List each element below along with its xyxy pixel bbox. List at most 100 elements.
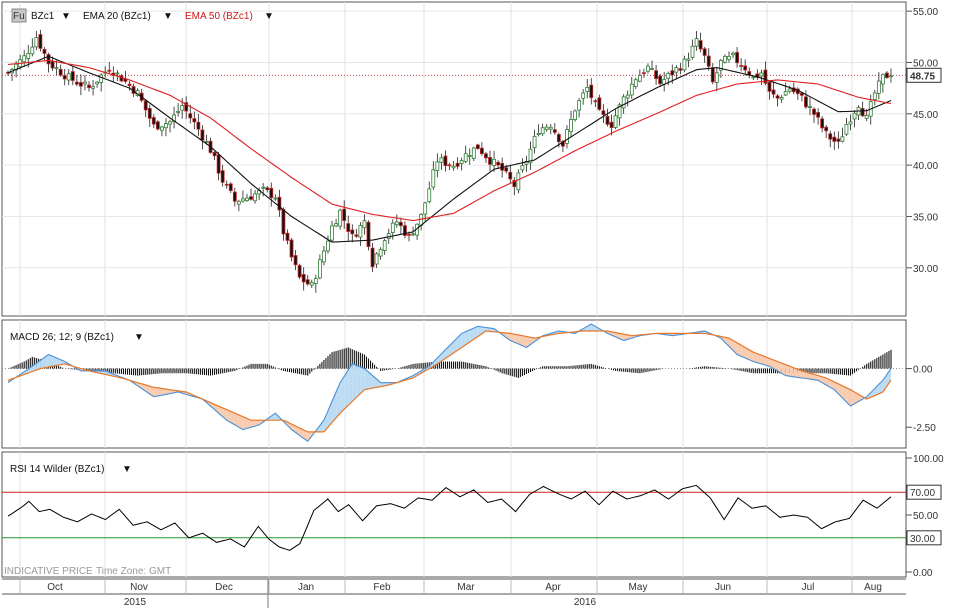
candle-body: [625, 94, 630, 99]
candle-body: [334, 223, 338, 227]
candle-body: [459, 160, 464, 164]
rsi-panel[interactable]: [1, 451, 907, 578]
candle-body: [496, 161, 501, 166]
candle-body: [220, 170, 225, 183]
month-label: Jan: [298, 582, 314, 593]
candle-body: [471, 147, 476, 159]
candle-body: [852, 112, 857, 120]
candle-body: [70, 71, 75, 81]
symbol-dropdown-icon[interactable]: ▼: [61, 11, 71, 22]
rsi-tick-label: 0.00: [913, 568, 933, 579]
rsi-tick-label: 50.00: [913, 511, 938, 522]
candle-body: [232, 191, 237, 202]
candle-body: [423, 202, 428, 215]
candle-body: [350, 229, 355, 235]
candle-body: [285, 232, 290, 241]
candle-body: [317, 259, 322, 279]
candle-body: [180, 105, 185, 111]
price-tick-label: 30.00: [913, 264, 938, 275]
candle-body: [488, 157, 492, 165]
candle-body: [658, 75, 663, 85]
candle-body: [435, 161, 440, 171]
rsi-dropdown-icon[interactable]: ▼: [122, 464, 132, 475]
macd-label[interactable]: MACD 26; 12; 9 (BZc1): [10, 332, 114, 343]
candle-body: [342, 208, 347, 221]
candle-body: [723, 55, 727, 63]
candle-body: [492, 158, 496, 166]
candle-body: [605, 115, 610, 125]
candle-body: [91, 86, 95, 89]
candle-body: [735, 52, 739, 64]
candle-body: [621, 96, 626, 109]
candle-body: [836, 138, 841, 142]
month-label: Dec: [215, 582, 233, 593]
candle-body: [633, 79, 638, 87]
candle-body: [249, 196, 253, 200]
candle-body: [593, 100, 598, 103]
candle-body: [540, 127, 545, 135]
rsi-tick-label: 100.00: [913, 454, 944, 465]
candle-body: [87, 84, 91, 89]
month-label: Oct: [47, 582, 63, 593]
candle-body: [710, 67, 715, 83]
candle-body: [804, 96, 808, 108]
candle-body: [374, 253, 379, 265]
ema50-dropdown-icon[interactable]: ▼: [264, 11, 274, 22]
candle-body: [297, 265, 302, 278]
price-panel[interactable]: [1, 1, 907, 317]
candle-body: [455, 162, 460, 167]
month-label: Apr: [545, 582, 561, 593]
candle-body: [727, 55, 731, 60]
candle-body: [38, 34, 43, 49]
candle-body: [261, 186, 266, 189]
candle-body: [702, 48, 707, 56]
ema20-label[interactable]: EMA 20 (BZc1): [83, 11, 151, 22]
candle-body: [480, 147, 484, 155]
candle-body: [532, 135, 537, 149]
candle-body: [678, 68, 683, 71]
candle-body: [686, 58, 691, 61]
candle-body: [690, 45, 695, 58]
candle-body: [520, 165, 525, 171]
candle-body: [50, 61, 55, 69]
ema20-dropdown-icon[interactable]: ▼: [163, 11, 173, 22]
candle-body: [642, 72, 646, 75]
candle-body: [431, 169, 436, 188]
candle-body: [151, 117, 156, 125]
price-tick-label: 45.00: [913, 110, 938, 121]
month-label: Aug: [864, 582, 882, 593]
month-label: Jun: [715, 582, 731, 593]
rsi-label[interactable]: RSI 14 Wilder (BZc1): [10, 464, 104, 475]
candle-body: [601, 110, 606, 115]
candle-body: [714, 72, 719, 83]
candle-body: [309, 282, 314, 286]
candle-body: [338, 209, 343, 227]
candle-body: [516, 172, 521, 191]
candle-body: [330, 225, 334, 241]
candle-body: [204, 141, 209, 143]
candle-body: [864, 114, 869, 119]
candle-body: [42, 49, 47, 54]
candle-body: [305, 279, 310, 285]
candle-body: [241, 198, 245, 202]
candle-body: [467, 155, 472, 158]
macd-dropdown-icon[interactable]: ▼: [134, 332, 144, 343]
candle-body: [245, 197, 249, 202]
candle-body: [224, 183, 229, 186]
candle-body: [731, 52, 735, 56]
symbol-label[interactable]: BZc1: [31, 11, 55, 22]
month-label: Mar: [457, 582, 475, 593]
ema50-label[interactable]: EMA 50 (BZc1): [185, 11, 253, 22]
month-label: Nov: [130, 582, 148, 593]
candle-body: [22, 55, 27, 63]
candle-body: [820, 118, 825, 129]
candle-body: [127, 83, 132, 87]
candle-body: [569, 119, 573, 133]
candle-body: [155, 121, 160, 130]
candle-body: [787, 88, 792, 92]
candle-body: [629, 83, 634, 96]
candle-body: [164, 123, 168, 129]
candle-body: [609, 121, 614, 128]
month-label: May: [629, 582, 648, 593]
candle-body: [228, 183, 233, 191]
